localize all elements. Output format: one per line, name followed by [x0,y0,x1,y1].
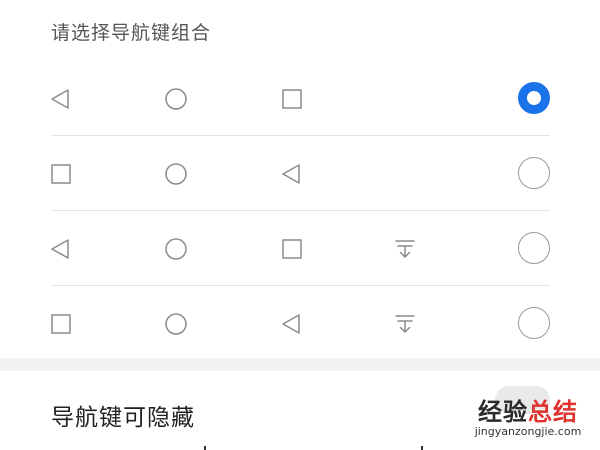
nav-option-row[interactable] [0,61,600,135]
watermark-part2: 总结 [528,398,578,426]
back-triangle-icon [280,162,304,186]
recent-square-icon [49,162,73,186]
hide-nav-label: 导航键可隐藏 [51,405,195,431]
watermark-url: jingyanzongjie.com [474,425,582,438]
option-radio-selected[interactable] [518,82,550,114]
home-circle-icon [164,87,188,111]
back-triangle-icon [280,312,304,336]
home-circle-icon [164,312,188,336]
home-circle-icon [164,237,188,261]
section-title: 请选择导航键组合 [51,22,212,44]
scroll-tick [421,446,423,450]
watermark-logo: 经验总结 jingyanzongjie.com [458,399,598,438]
recent-square-icon [280,237,304,261]
watermark-part1: 经验 [478,398,528,426]
nav-combination-card: 请选择导航键组合 [0,0,600,358]
nav-option-row[interactable] [0,211,600,285]
option-radio[interactable] [518,307,550,339]
recent-square-icon [280,87,304,111]
nav-option-row[interactable] [0,136,600,210]
back-triangle-icon [49,237,73,261]
notification-pull-down-icon [393,312,417,336]
recent-square-icon [49,312,73,336]
scroll-tick [204,446,206,450]
option-radio[interactable] [518,232,550,264]
option-radio[interactable] [518,157,550,189]
back-triangle-icon [49,87,73,111]
hide-nav-setting-row[interactable]: 导航键可隐藏 经验总结 jingyanzongjie.com [0,371,600,450]
home-circle-icon [164,162,188,186]
notification-pull-down-icon [393,237,417,261]
nav-option-row[interactable] [0,286,600,360]
